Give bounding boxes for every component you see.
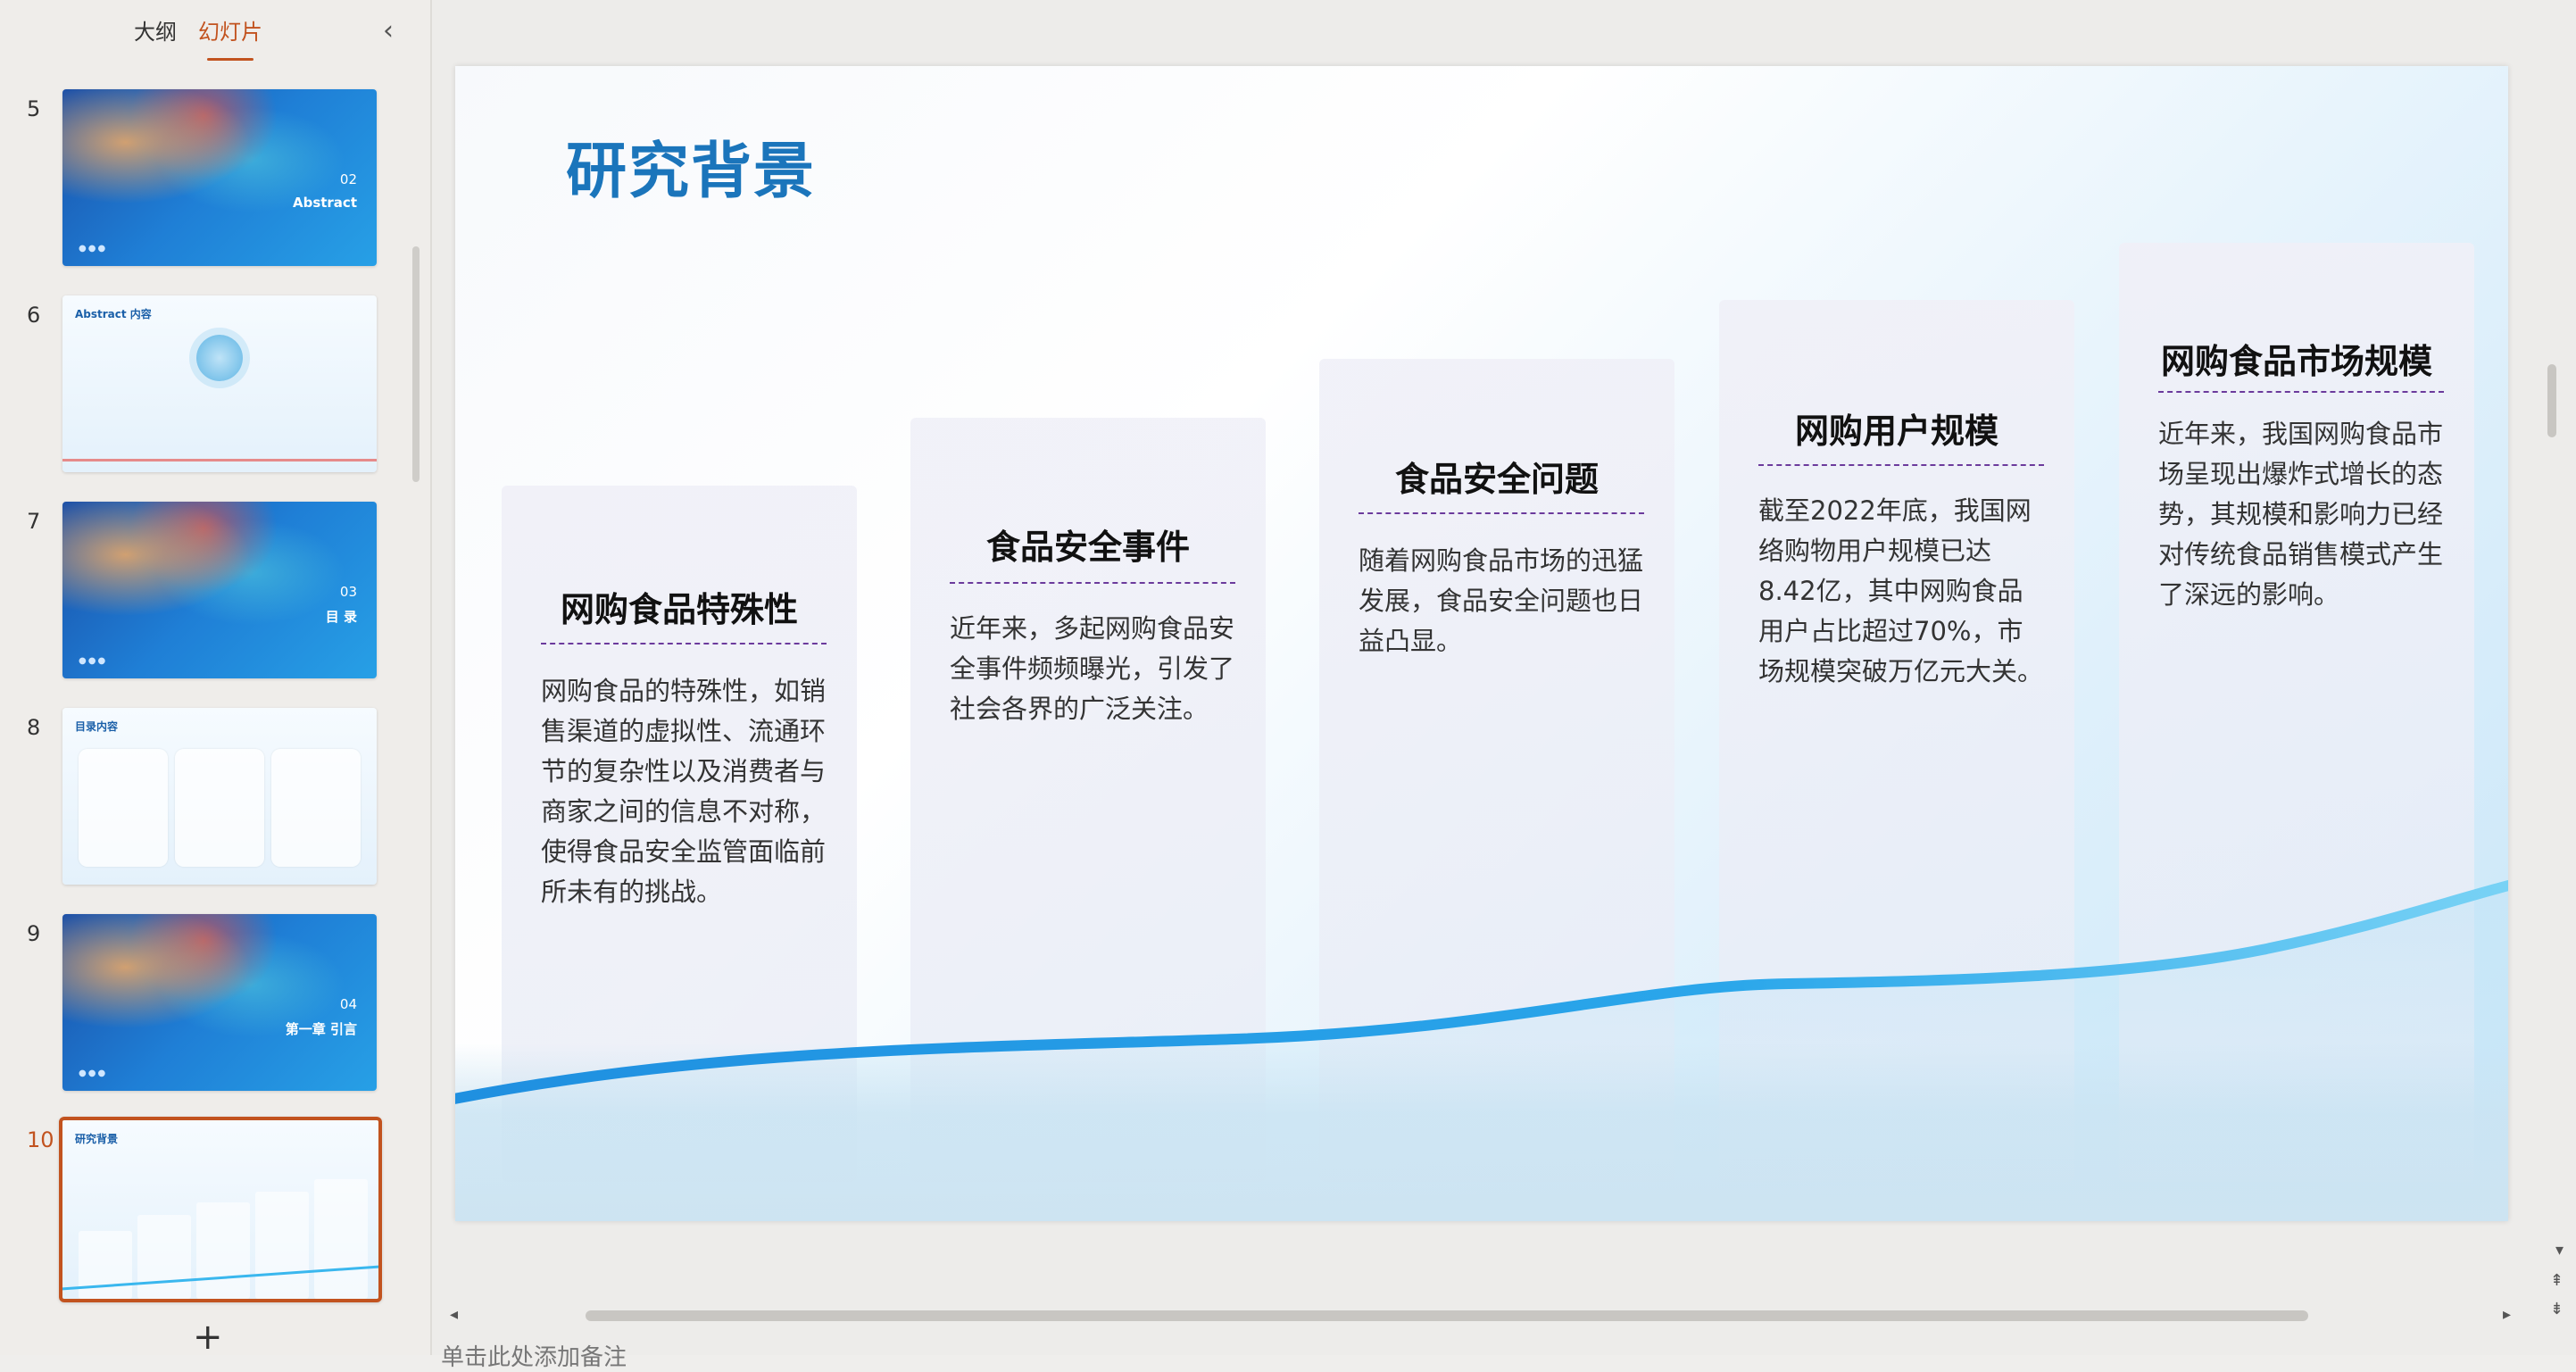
thumb-caption-number: 03 (339, 584, 357, 600)
thumb-caption-title: 目 录 (325, 609, 357, 625)
dots-icon: ●●● (79, 244, 108, 254)
chevron-left-icon[interactable]: ‹ (375, 18, 402, 45)
slide-thumbnail-9[interactable]: 04 第一章 引言 ●●● (62, 914, 377, 1091)
scroll-down-icon[interactable]: ▾ (2555, 1241, 2564, 1260)
thumb-column (314, 1179, 368, 1299)
slide-number: 6 (27, 303, 41, 328)
slide-thumbnail-10[interactable]: 研究背景 (59, 1117, 382, 1302)
thumb-caption-number: 04 (339, 996, 357, 1012)
scroll-right-icon[interactable]: ▸ (2503, 1305, 2511, 1324)
thumb-title: 目录内容 (75, 720, 119, 733)
plus-icon[interactable]: + (193, 1319, 223, 1355)
slide-thumbnail-5[interactable]: 02 Abstract ●●● (62, 89, 377, 266)
panel-scrollbar[interactable] (412, 246, 420, 482)
thumbnail-row: 10 研究背景 (0, 1117, 430, 1326)
notes-placeholder[interactable]: 单击此处添加备注 (441, 1339, 627, 1372)
slide-number: 10 (27, 1127, 54, 1152)
thumb-title: Abstract 内容 (75, 308, 152, 320)
tab-slides[interactable]: 幻灯片 (198, 16, 262, 61)
wave-graphic (455, 879, 2508, 1221)
vertical-scrollbar[interactable] (2547, 364, 2556, 437)
thumb-caption-number: 02 (339, 171, 357, 187)
page-down-icon[interactable]: ⇟ (2550, 1300, 2564, 1318)
thumbnail-list: 5 02 Abstract ●●● 6 Abstract 内容 7 03 目 录… (0, 89, 430, 1326)
thumb-title: 研究背景 (75, 1133, 119, 1145)
thumbnail-row: 7 03 目 录 ●●● (0, 502, 430, 708)
slide-number: 7 (27, 509, 41, 534)
thumb-circle-graphic (196, 335, 243, 381)
slide-number: 8 (27, 715, 41, 740)
slide-thumbnail-7[interactable]: 03 目 录 ●●● (62, 502, 377, 678)
thumb-wave-graphic (62, 459, 377, 461)
editor-area: 研究背景 网购食品特殊性 网购食品的特殊性，如销售渠道的虚拟性、流通环节的复杂性… (432, 0, 2576, 1371)
tab-outline[interactable]: 大纲 (134, 16, 177, 55)
thumb-caption-title: Abstract (292, 195, 357, 211)
thumbnail-row: 6 Abstract 内容 (0, 295, 430, 502)
thumbnail-row: 9 04 第一章 引言 ●●● (0, 914, 430, 1120)
slide-number: 9 (27, 921, 41, 946)
slide-canvas[interactable]: 研究背景 网购食品特殊性 网购食品的特殊性，如销售渠道的虚拟性、流通环节的复杂性… (455, 66, 2508, 1221)
slide-number: 5 (27, 96, 41, 121)
slides-panel: 大纲 幻灯片 ‹ 5 02 Abstract ●●● 6 Abstract 内容… (0, 0, 432, 1355)
thumbnail-row: 5 02 Abstract ●●● (0, 89, 430, 295)
panel-tabs: 大纲 幻灯片 (134, 16, 262, 61)
slide-thumbnail-8[interactable]: 目录内容 (62, 708, 377, 885)
thumb-column (196, 1202, 250, 1299)
thumb-caption-title: 第一章 引言 (285, 1021, 357, 1037)
page-up-icon[interactable]: ⇞ (2550, 1271, 2564, 1290)
thumb-column (137, 1215, 191, 1299)
thumb-box (271, 749, 361, 867)
scroll-left-icon[interactable]: ◂ (450, 1305, 458, 1324)
thumb-box (175, 749, 264, 867)
horizontal-scrollbar[interactable] (586, 1310, 2308, 1321)
dots-icon: ●●● (79, 656, 108, 666)
slide-thumbnail-6[interactable]: Abstract 内容 (62, 295, 377, 472)
dots-icon: ●●● (79, 1068, 108, 1078)
thumb-box (79, 749, 168, 867)
thumb-column (255, 1192, 309, 1299)
thumbnail-row: 8 目录内容 (0, 708, 430, 914)
thumb-column (79, 1231, 132, 1299)
